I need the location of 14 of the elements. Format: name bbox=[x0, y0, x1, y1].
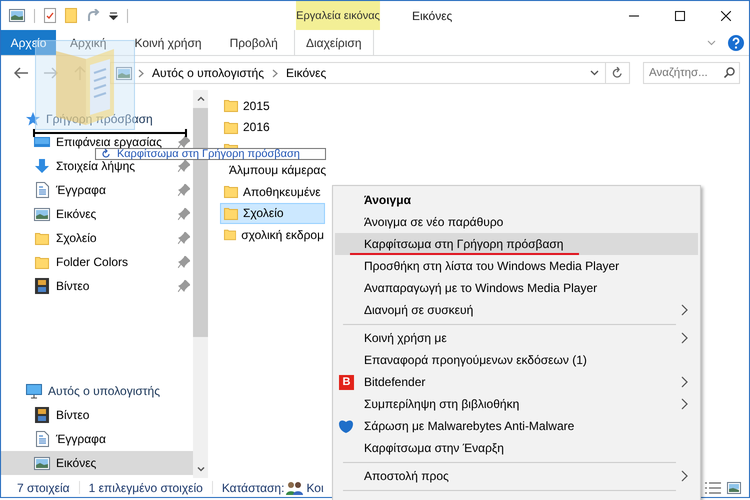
item-count: 7 στοιχεία bbox=[17, 480, 70, 494]
tooltip-text: Καρφίτσωμα στη Γρήγορη πρόσβαση bbox=[117, 149, 300, 159]
selection-count: 1 επιλεγμένο στοιχείο bbox=[88, 480, 203, 494]
shield-badge-icon: B bbox=[339, 374, 354, 390]
file-name: σχολική εκδρομ bbox=[241, 228, 324, 242]
file-name: 2015 bbox=[243, 98, 270, 113]
state-label: Κατάσταση: bbox=[222, 480, 284, 494]
file-name: Αποθηκευμένε bbox=[243, 184, 321, 199]
file-name: Σχολείο bbox=[243, 206, 284, 220]
contextual-group-label: Εργαλεία εικόνας bbox=[296, 1, 380, 30]
file-name: Άλμπουμ κάμερας bbox=[229, 163, 326, 178]
file-name: 2016 bbox=[243, 120, 270, 134]
window-title: Εικόνες bbox=[412, 8, 452, 24]
state-value: Κοι bbox=[306, 480, 324, 494]
